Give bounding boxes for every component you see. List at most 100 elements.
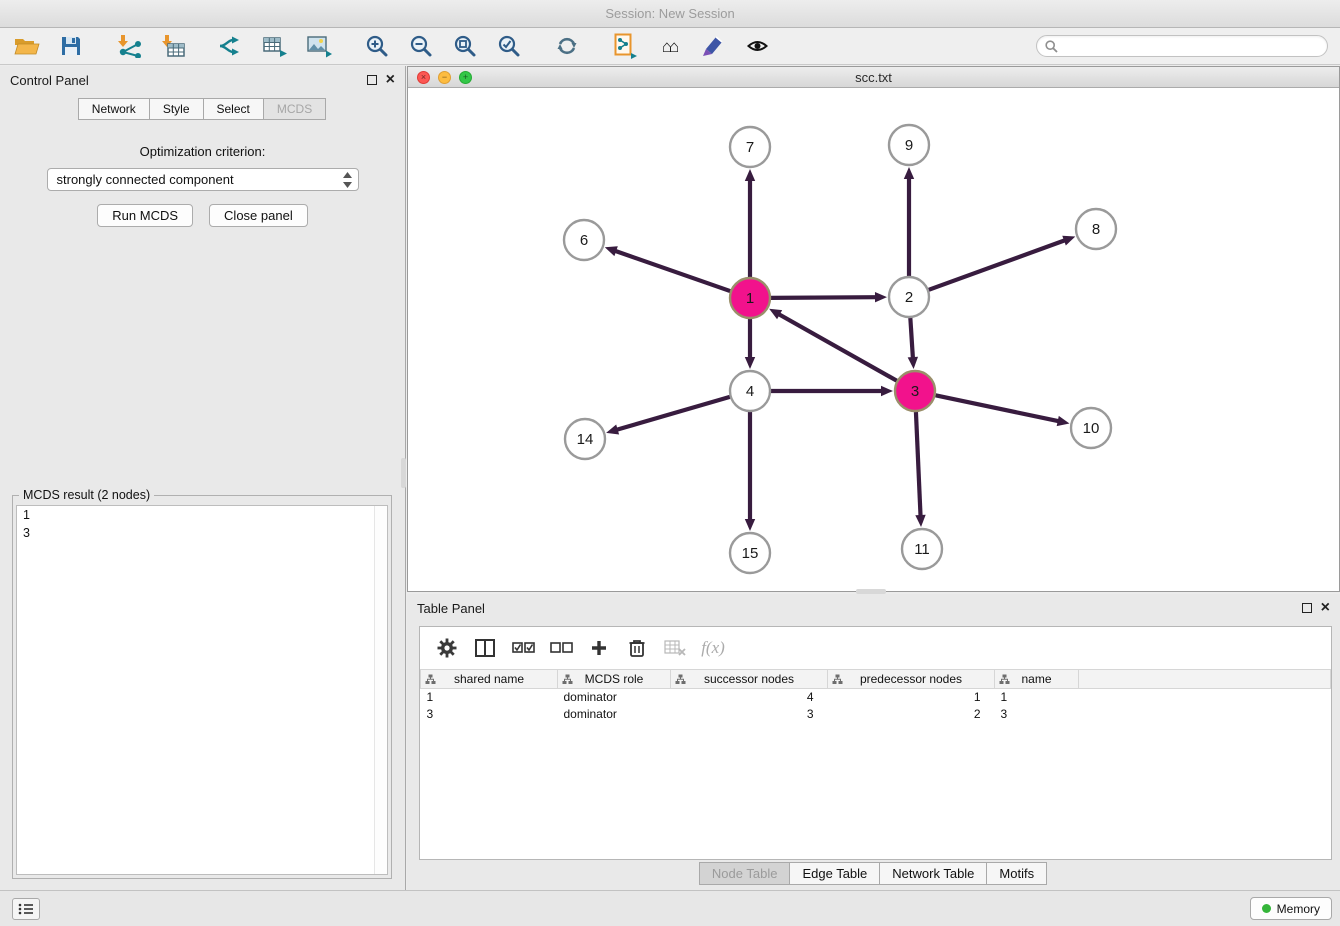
sort-icon bbox=[675, 674, 686, 685]
column-header-name[interactable]: name bbox=[995, 670, 1079, 689]
select-all-columns-button[interactable] bbox=[511, 636, 535, 660]
graph-edge-2-3[interactable] bbox=[910, 318, 913, 358]
result-scrollbar[interactable] bbox=[374, 506, 387, 874]
document-network-icon bbox=[613, 33, 637, 59]
graph-node-7[interactable]: 7 bbox=[730, 127, 770, 167]
close-table-panel-icon[interactable]: × bbox=[1321, 603, 1330, 613]
vertical-splitter-handle[interactable] bbox=[401, 458, 406, 488]
gear-icon bbox=[437, 638, 457, 658]
network-window-titlebar[interactable]: × − + scc.txt bbox=[408, 67, 1339, 88]
search-input[interactable] bbox=[1063, 39, 1319, 53]
tab-mcds[interactable]: MCDS bbox=[263, 98, 326, 120]
graph-edge-1-2[interactable] bbox=[771, 297, 876, 298]
graph-edge-3-10[interactable] bbox=[936, 395, 1059, 421]
export-table-button[interactable] bbox=[260, 32, 290, 60]
graph-node-11[interactable]: 11 bbox=[902, 529, 942, 569]
table-row[interactable]: 1dominator411 bbox=[421, 689, 1331, 706]
graph-edge-3-11[interactable] bbox=[916, 412, 921, 516]
graph-edge-1-6[interactable] bbox=[615, 251, 730, 291]
column-header-MCDS-role[interactable]: MCDS role bbox=[558, 670, 671, 689]
zoom-in-button[interactable] bbox=[362, 32, 392, 60]
sort-icon bbox=[832, 674, 843, 685]
tab-motifs[interactable]: Motifs bbox=[986, 862, 1047, 885]
network-canvas[interactable]: 7 9 6 8 1 2 4 3 14 10 15 11 bbox=[408, 88, 1339, 591]
svg-text:14: 14 bbox=[577, 431, 594, 448]
float-panel-button[interactable] bbox=[367, 75, 377, 85]
deselect-all-columns-button[interactable] bbox=[549, 636, 573, 660]
show-columns-button[interactable] bbox=[473, 636, 497, 660]
float-table-panel-button[interactable] bbox=[1302, 603, 1312, 613]
graph-node-1[interactable]: 1 bbox=[730, 278, 770, 318]
svg-text:6: 6 bbox=[580, 232, 588, 249]
columns-icon bbox=[475, 639, 495, 657]
show-hide-button[interactable] bbox=[742, 32, 772, 60]
tab-style[interactable]: Style bbox=[149, 98, 204, 120]
apply-style-button[interactable] bbox=[698, 32, 728, 60]
zoom-fit-button[interactable] bbox=[450, 32, 480, 60]
save-session-button[interactable] bbox=[56, 32, 86, 60]
control-panel-title: Control Panel bbox=[10, 73, 89, 88]
criterion-select[interactable]: strongly connected component bbox=[47, 168, 359, 191]
zoom-out-button[interactable] bbox=[406, 32, 436, 60]
mcds-result-item[interactable]: 3 bbox=[17, 524, 387, 542]
home-button[interactable]: ⌂⌂ bbox=[654, 32, 684, 60]
zoom-in-icon bbox=[365, 34, 389, 58]
window-minimize-button[interactable]: − bbox=[438, 71, 451, 84]
open-session-button[interactable] bbox=[12, 32, 42, 60]
node-table: shared nameMCDS rolesuccessor nodesprede… bbox=[420, 669, 1331, 723]
import-network-url-button[interactable] bbox=[610, 32, 640, 60]
graph-node-14[interactable]: 14 bbox=[565, 419, 605, 459]
memory-button[interactable]: Memory bbox=[1250, 897, 1332, 920]
column-header-predecessor-nodes[interactable]: predecessor nodes bbox=[828, 670, 995, 689]
graph-edge-2-8[interactable] bbox=[929, 240, 1065, 290]
apply-layout-button[interactable] bbox=[552, 32, 582, 60]
tab-node-table[interactable]: Node Table bbox=[699, 862, 791, 885]
close-panel-icon[interactable]: × bbox=[386, 75, 395, 85]
list-icon bbox=[18, 903, 34, 915]
svg-text:4: 4 bbox=[746, 383, 754, 400]
table-row[interactable]: 3dominator323 bbox=[421, 706, 1331, 723]
create-column-button[interactable] bbox=[587, 636, 611, 660]
tab-network[interactable]: Network bbox=[78, 98, 150, 120]
column-header-shared-name[interactable]: shared name bbox=[421, 670, 558, 689]
svg-text:9: 9 bbox=[905, 137, 913, 154]
table-header-row: shared nameMCDS rolesuccessor nodesprede… bbox=[421, 670, 1331, 689]
graph-edge-4-14[interactable] bbox=[617, 397, 730, 430]
graph-node-10[interactable]: 10 bbox=[1071, 408, 1111, 448]
graph-node-4[interactable]: 4 bbox=[730, 371, 770, 411]
control-panel: Control Panel × NetworkStyleSelectMCDS O… bbox=[0, 66, 406, 890]
close-panel-button[interactable]: Close panel bbox=[209, 204, 308, 227]
delete-table-icon bbox=[664, 640, 686, 656]
tab-select[interactable]: Select bbox=[203, 98, 264, 120]
import-network-button[interactable] bbox=[114, 32, 144, 60]
graph-node-2[interactable]: 2 bbox=[889, 277, 929, 317]
delete-column-button[interactable] bbox=[625, 636, 649, 660]
tab-edge-table[interactable]: Edge Table bbox=[789, 862, 880, 885]
graph-edge-arrowhead bbox=[745, 357, 755, 369]
export-network-button[interactable] bbox=[216, 32, 246, 60]
zoom-selected-button[interactable] bbox=[494, 32, 524, 60]
mcds-result-list[interactable]: 13 bbox=[16, 505, 388, 875]
graph-node-3[interactable]: 3 bbox=[895, 371, 935, 411]
window-title: Session: New Session bbox=[605, 6, 734, 21]
mcds-result-item[interactable]: 1 bbox=[17, 506, 387, 524]
graph-node-8[interactable]: 8 bbox=[1076, 209, 1116, 249]
graph-node-6[interactable]: 6 bbox=[564, 220, 604, 260]
graph-edge-arrowhead bbox=[904, 167, 914, 179]
graph-node-15[interactable]: 15 bbox=[730, 533, 770, 573]
svg-text:2: 2 bbox=[905, 289, 913, 306]
graph-edge-3-1[interactable] bbox=[779, 314, 897, 380]
control-panel-tabs: NetworkStyleSelectMCDS bbox=[0, 98, 405, 120]
window-close-button[interactable]: × bbox=[417, 71, 430, 84]
window-zoom-button[interactable]: + bbox=[459, 71, 472, 84]
task-history-button[interactable] bbox=[12, 898, 40, 920]
search-box[interactable] bbox=[1036, 35, 1328, 57]
zoom-fit-icon bbox=[453, 34, 477, 58]
graph-node-9[interactable]: 9 bbox=[889, 125, 929, 165]
table-settings-button[interactable] bbox=[435, 636, 459, 660]
tab-network-table[interactable]: Network Table bbox=[879, 862, 987, 885]
import-table-button[interactable] bbox=[158, 32, 188, 60]
run-mcds-button[interactable]: Run MCDS bbox=[97, 204, 193, 227]
export-image-button[interactable] bbox=[304, 32, 334, 60]
column-header-successor-nodes[interactable]: successor nodes bbox=[671, 670, 828, 689]
